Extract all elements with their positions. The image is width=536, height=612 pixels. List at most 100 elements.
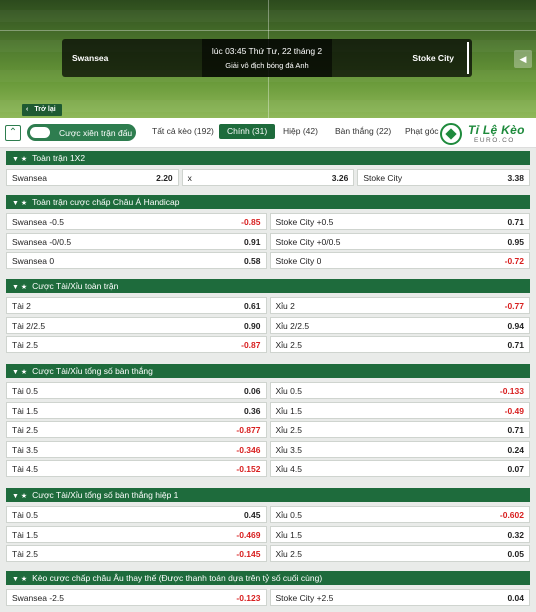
odds-cell[interactable]: Xỉu 2.5 0.71 xyxy=(269,421,530,438)
market-section: ▼ ★ Toàn trận cược chấp Châu Á Handicap Sw… xyxy=(6,195,530,269)
market-section: ▼ ★ Cược Tài/Xỉu tổng số bàn thắng Tài 0.5… xyxy=(6,364,530,477)
logo-subtitle: EURO.CO xyxy=(474,137,515,144)
divider xyxy=(467,42,469,74)
speaker-icon[interactable]: ◀ xyxy=(514,50,532,68)
market-title: Toàn trận 1X2 xyxy=(32,153,86,163)
tab-half[interactable]: Hiệp (42) xyxy=(283,126,318,136)
odds-cell[interactable]: Tài 0.5 0.45 xyxy=(6,506,267,523)
odds-cell[interactable]: Tài 0.5 0.06 xyxy=(6,382,267,399)
selection-label: Xỉu 2.5 xyxy=(275,340,302,350)
odds-cell[interactable]: Tài 2.5 -0.877 xyxy=(6,421,267,438)
selection-label: Tài 2/2.5 xyxy=(12,320,46,331)
odds-cell[interactable]: Swansea 0 0.58 xyxy=(6,252,267,269)
match-header: Swansea lúc 03:45 Thứ Tư, 22 tháng 2 Giả… xyxy=(0,0,536,118)
odds-cell[interactable]: Tài 2.5 -0.145 xyxy=(6,545,267,562)
parlay-toggle[interactable]: Cược xiên trận đấu xyxy=(27,124,136,141)
selection-label: Swansea -0.5 xyxy=(12,217,64,227)
selection-label: Swansea -2.5 xyxy=(12,593,64,603)
selection-label: Tài 4.5 xyxy=(12,464,38,474)
selection-label: Xỉu 2.5 xyxy=(275,549,302,559)
tab-corners[interactable]: Phạt góc xyxy=(405,126,439,136)
selection-label: Tài 0.5 xyxy=(12,510,38,520)
odds-cell[interactable]: Stoke City +2.5 0.04 xyxy=(269,589,530,606)
market-title: Kèo cược chấp châu Âu thay thế (Được tha… xyxy=(32,573,323,583)
market-section: ▼ ★ Cược Tài/Xỉu toàn trận Tài 2 0.61 Xỉu 2 -… xyxy=(6,279,530,353)
market-title: Cược Tài/Xỉu tổng số bàn thắng hiệp 1 xyxy=(32,490,179,500)
market-header[interactable]: ▼ ★ Cược Tài/Xỉu tổng số bàn thắng hiệp 1 xyxy=(6,488,530,502)
odds-value: 0.36 xyxy=(243,405,261,416)
market-header[interactable]: ▼ ★ Cược Tài/Xỉu tổng số bàn thắng xyxy=(6,364,530,378)
odds-cell[interactable]: Xỉu 0.5 -0.602 xyxy=(269,506,530,523)
odds-value: -0.152 xyxy=(236,464,261,474)
star-icon: ▼ ★ xyxy=(12,493,28,500)
odds-cell[interactable]: Tài 1.5 0.36 xyxy=(6,401,267,419)
star-icon: ▼ ★ xyxy=(12,200,28,207)
selection-label: Xỉu 1.5 xyxy=(275,405,302,416)
selection-label: Xỉu 2.5 xyxy=(275,425,302,435)
odds-value: -0.123 xyxy=(236,593,261,603)
match-info: lúc 03:45 Thứ Tư, 22 tháng 2 Giải vô địc… xyxy=(202,39,332,77)
odds-cell[interactable]: Xỉu 2 -0.77 xyxy=(269,297,530,314)
selection-label: Xỉu 0.5 xyxy=(275,510,302,520)
odds-cell[interactable]: Tài 2 0.61 xyxy=(6,297,267,314)
odds-value: -0.469 xyxy=(236,529,261,540)
odds-value: -0.133 xyxy=(499,386,524,396)
odds-cell[interactable]: Xỉu 2/2.5 0.94 xyxy=(269,316,530,334)
selection-label: Xỉu 3.5 xyxy=(275,444,302,455)
market-header[interactable]: ▼ ★ Toàn trận 1X2 xyxy=(6,151,530,165)
odds-cell[interactable]: Swansea -2.5 -0.123 xyxy=(6,589,267,606)
selection-label: Stoke City +0.5 xyxy=(275,217,334,227)
odds-cell[interactable]: Xỉu 4.5 0.07 xyxy=(269,460,530,477)
tab-goals[interactable]: Bàn thắng (22) xyxy=(335,126,391,136)
odds-value: 3.26 xyxy=(331,173,349,183)
market-header[interactable]: ▼ ★ Kèo cược chấp châu Âu thay thế (Được … xyxy=(6,571,530,585)
odds-cell[interactable]: Swansea -0/0.5 0.91 xyxy=(6,232,267,250)
collapse-all-button[interactable]: ⌃ xyxy=(5,125,21,141)
market-section: ▼ ★ Cược Tài/Xỉu tổng số bàn thắng hiệp 1… xyxy=(6,488,530,562)
odds-value: 0.90 xyxy=(243,320,261,331)
odds-value: 0.94 xyxy=(507,320,524,331)
selection-label: Swansea 0 xyxy=(12,256,55,266)
odds-cell[interactable]: Xỉu 2.5 0.05 xyxy=(269,545,530,562)
odds-cell[interactable]: Stoke City 0 -0.72 xyxy=(269,252,530,269)
match-time: lúc 03:45 Thứ Tư, 22 tháng 2 xyxy=(211,46,323,56)
star-icon: ▼ ★ xyxy=(12,576,28,583)
selection-label: Tài 0.5 xyxy=(12,386,38,396)
odds-value: -0.85 xyxy=(241,217,261,227)
tab-all[interactable]: Tất cả kèo (192) xyxy=(152,126,214,136)
odds-cell[interactable]: Swansea -0.5 -0.85 xyxy=(6,213,267,230)
star-icon: ▼ ★ xyxy=(12,284,28,291)
odds-cell[interactable]: Xỉu 1.5 0.32 xyxy=(269,525,530,543)
pitch-line xyxy=(0,30,536,31)
back-button[interactable]: ‹ Trở lại xyxy=(22,104,62,116)
selection-label: Xỉu 0.5 xyxy=(275,386,302,396)
odds-value: -0.346 xyxy=(236,444,261,455)
odds-cell[interactable]: Tài 2/2.5 0.90 xyxy=(6,316,267,334)
odds-cell[interactable]: Stoke City 3.38 xyxy=(357,169,530,186)
odds-cell[interactable]: Stoke City +0.5 0.71 xyxy=(269,213,530,230)
odds-cell[interactable]: Swansea 2.20 xyxy=(6,169,179,186)
toggle-knob xyxy=(30,127,50,138)
odds-cell[interactable]: Xỉu 0.5 -0.133 xyxy=(269,382,530,399)
match-bar: Swansea lúc 03:45 Thứ Tư, 22 tháng 2 Giả… xyxy=(62,39,472,77)
odds-value: 0.58 xyxy=(243,256,261,266)
selection-label: Xỉu 2 xyxy=(275,301,295,311)
odds-cell[interactable]: Tài 4.5 -0.152 xyxy=(6,460,267,477)
odds-cell[interactable]: x 3.26 xyxy=(181,169,355,186)
odds-cell[interactable]: Tài 3.5 -0.346 xyxy=(6,440,267,458)
odds-value: 0.07 xyxy=(507,464,524,474)
market-header[interactable]: ▼ ★ Cược Tài/Xỉu toàn trận xyxy=(6,279,530,293)
odds-cell[interactable]: Stoke City +0/0.5 0.95 xyxy=(269,232,530,250)
odds-cell[interactable]: Xỉu 1.5 -0.49 xyxy=(269,401,530,419)
market-header[interactable]: ▼ ★ Toàn trận cược chấp Châu Á Handicap xyxy=(6,195,530,209)
odds-cell[interactable]: Tài 1.5 -0.469 xyxy=(6,525,267,543)
tab-main[interactable]: Chính (31) xyxy=(219,124,276,139)
odds-cell[interactable]: Xỉu 2.5 0.71 xyxy=(269,336,530,353)
selection-label: Xỉu 2/2.5 xyxy=(275,320,310,331)
odds-cell[interactable]: Tài 2.5 -0.87 xyxy=(6,336,267,353)
back-label: Trở lại xyxy=(34,106,56,113)
selection-label: Xỉu 4.5 xyxy=(275,464,302,474)
site-logo: Tỉ Lệ Kèo EURO.CO xyxy=(438,122,536,148)
odds-cell[interactable]: Xỉu 3.5 0.24 xyxy=(269,440,530,458)
odds-value: -0.602 xyxy=(499,510,524,520)
